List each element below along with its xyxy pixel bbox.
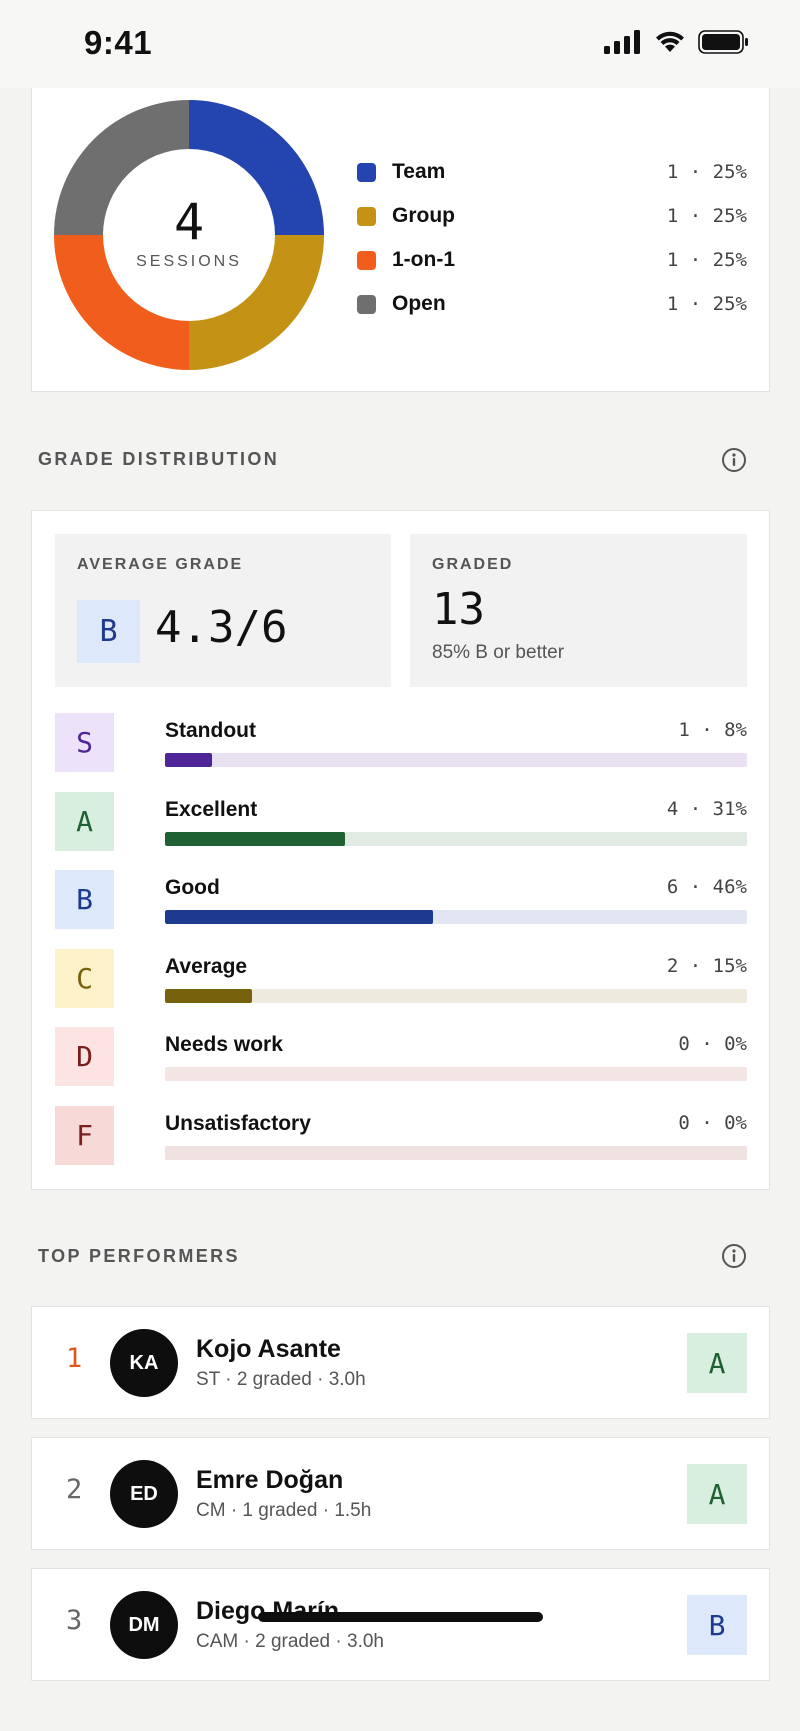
grade-distribution-card: AVERAGE GRADE B 4.3/6 GRADED 13 85% B or… xyxy=(31,510,770,1190)
grade-name: Standout xyxy=(165,719,256,742)
performer-grade-badge: A xyxy=(687,1464,747,1524)
performer-card[interactable]: 2 ED Emre Doğan CM · 1 graded · 1.5h A xyxy=(31,1437,770,1550)
avatar: DM xyxy=(110,1591,178,1659)
sessions-total-label: SESSIONS xyxy=(136,253,242,270)
legend-swatch xyxy=(357,294,376,314)
grade-name: Good xyxy=(165,876,220,899)
graded-value: 13 xyxy=(432,584,485,635)
grade-bar-fill xyxy=(165,910,433,924)
legend-item: Open 1 · 25% xyxy=(357,282,747,326)
grade-distribution-title: GRADE DISTRIBUTION xyxy=(38,449,280,469)
legend-name: Team xyxy=(392,160,446,183)
status-time: 9:41 xyxy=(84,24,153,61)
performer-card[interactable]: 3 DM Diego Marín CAM · 2 graded · 3.0h B xyxy=(31,1568,770,1681)
grade-count-percent: 2 · 15% xyxy=(666,954,747,977)
grade-row-c: C Average 2 · 15% xyxy=(55,948,747,1009)
grade-letter-badge: C xyxy=(55,948,114,1008)
performer-meta: CM · 1 graded · 1.5h xyxy=(196,1500,372,1521)
sessions-total: 4 xyxy=(173,193,205,251)
legend-value: 1 · 25% xyxy=(666,293,747,315)
grade-letter-badge: A xyxy=(55,791,114,851)
grade-count-percent: 0 · 0% xyxy=(678,1111,747,1134)
legend-swatch xyxy=(357,206,376,226)
sessions-donut-chart: 4 SESSIONS xyxy=(54,100,324,370)
grade-name: Needs work xyxy=(165,1033,283,1056)
average-grade-box: AVERAGE GRADE B 4.3/6 xyxy=(55,534,391,687)
legend-swatch xyxy=(357,162,376,182)
legend-swatch xyxy=(357,250,376,270)
grade-bar-fill xyxy=(165,831,346,846)
grade-bar-track xyxy=(165,1145,747,1160)
performer-name: Emre Doğan xyxy=(196,1466,344,1494)
grade-row-f: F Unsatisfactory 0 · 0% xyxy=(55,1105,747,1166)
performer-meta: ST · 2 graded · 3.0h xyxy=(196,1369,366,1390)
average-grade-value: 4.3/6 xyxy=(155,602,288,653)
legend-name: Open xyxy=(392,292,446,315)
legend-value: 1 · 25% xyxy=(666,161,747,183)
wifi-icon xyxy=(656,31,684,52)
grade-bar-track xyxy=(165,753,747,767)
legend-value: 1 · 25% xyxy=(666,249,747,271)
performer-rank: 3 xyxy=(66,1605,83,1636)
grade-letter-badge: D xyxy=(55,1027,114,1086)
grade-bar-track xyxy=(165,910,747,924)
grade-count-percent: 4 · 31% xyxy=(666,797,747,820)
performer-card[interactable]: 1 KA Kojo Asante ST · 2 graded · 3.0h A xyxy=(31,1306,770,1419)
status-bar: 9:41 xyxy=(0,0,800,88)
grade-count-percent: 6 · 46% xyxy=(666,876,747,898)
average-grade-label: AVERAGE GRADE xyxy=(77,556,244,573)
performer-meta: CAM · 2 graded · 3.0h xyxy=(196,1631,384,1652)
legend-item: Group 1 · 25% xyxy=(357,194,747,238)
grade-row-b: B Good 6 · 46% xyxy=(55,870,747,930)
donut-center: 4 SESSIONS xyxy=(54,100,324,370)
battery-icon xyxy=(698,30,748,54)
grade-bar-track xyxy=(165,988,747,1003)
legend-value: 1 · 25% xyxy=(666,205,747,227)
grade-count-percent: 1 · 8% xyxy=(678,719,747,741)
avatar: ED xyxy=(110,1460,178,1528)
grade-letter-badge: F xyxy=(55,1105,114,1165)
grade-row-d: D Needs work 0 · 0% xyxy=(55,1027,747,1087)
grade-letter-badge: S xyxy=(55,713,114,772)
top-performers-title: TOP PERFORMERS xyxy=(38,1246,240,1266)
grade-letter-badge: B xyxy=(55,870,114,929)
legend-item: 1-on-1 1 · 25% xyxy=(357,238,747,282)
grade-distribution-info-icon[interactable] xyxy=(721,447,747,473)
graded-subtitle: 85% B or better xyxy=(432,642,565,663)
sessions-card: 4 SESSIONS Team 1 · 25% Group 1 · 25% 1-on-1… xyxy=(31,80,770,392)
performer-rank: 2 xyxy=(66,1474,83,1505)
performer-grade-badge: B xyxy=(687,1595,747,1655)
grade-name: Average xyxy=(165,954,248,978)
grade-row-s: S Standout 1 · 8% xyxy=(55,713,747,773)
cellular-signal-icon xyxy=(604,30,640,54)
grade-name: Unsatisfactory xyxy=(165,1111,311,1135)
sessions-legend: Team 1 · 25% Group 1 · 25% 1-on-1 1 · 25% Open… xyxy=(357,150,747,326)
legend-name: Group xyxy=(392,204,455,227)
home-indicator[interactable] xyxy=(258,1612,543,1622)
graded-label: GRADED xyxy=(432,556,514,573)
grade-bar-fill xyxy=(165,988,253,1003)
average-grade-badge: B xyxy=(77,600,140,663)
legend-name: 1-on-1 xyxy=(392,248,455,271)
performer-name: Kojo Asante xyxy=(196,1335,341,1363)
legend-item: Team 1 · 25% xyxy=(357,150,747,194)
grade-row-a: A Excellent 4 · 31% xyxy=(55,791,747,852)
performer-rank: 1 xyxy=(66,1343,83,1374)
top-performers-info-icon[interactable] xyxy=(721,1243,747,1269)
graded-box: GRADED 13 85% B or better xyxy=(410,534,747,687)
grade-bar-fill xyxy=(165,753,212,767)
grade-name: Excellent xyxy=(165,797,258,821)
status-icons xyxy=(604,30,750,54)
avatar: KA xyxy=(110,1329,178,1397)
grade-bar-track xyxy=(165,1067,747,1081)
grade-bar-track xyxy=(165,831,747,846)
grade-count-percent: 0 · 0% xyxy=(678,1033,747,1055)
performer-grade-badge: A xyxy=(687,1333,747,1393)
